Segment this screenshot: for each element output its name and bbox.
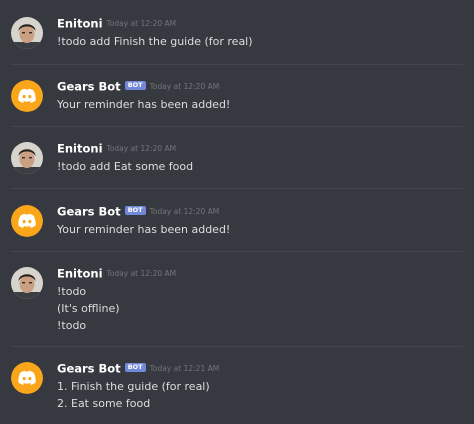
message-divider: [11, 251, 463, 252]
message-header: Gears Bot BOT Today at 12:20 AM: [57, 203, 219, 219]
message-line: 1. Finish the guide (for real): [57, 380, 210, 393]
timestamp: Today at 12:20 AM: [106, 268, 177, 278]
message-content: Your reminder has been added!: [57, 221, 230, 238]
message-line: !todo: [57, 285, 87, 298]
message-header: Enitoni Today at 12:20 AM: [57, 265, 176, 281]
discord-logo-avatar[interactable]: [11, 205, 43, 237]
username[interactable]: Enitoni: [57, 267, 103, 281]
timestamp: Today at 12:20 AM: [106, 143, 177, 153]
message-line: Your reminder has been added!: [57, 223, 231, 236]
message-content: !todo add Finish the guide (for real): [57, 33, 253, 50]
discord-logo-avatar[interactable]: [11, 80, 43, 112]
message-content: 1. Finish the guide (for real) 2. Eat so…: [57, 378, 210, 412]
timestamp: Today at 12:20 AM: [106, 18, 177, 28]
username[interactable]: Gears Bot: [57, 80, 121, 94]
message-content: !todo add Eat some food: [57, 158, 193, 175]
message-line: !todo: [57, 319, 87, 332]
message-line: !todo add Finish the guide (for real): [57, 35, 253, 48]
message-divider: [11, 188, 463, 189]
message-content: Your reminder has been added!: [57, 96, 230, 113]
user-avatar[interactable]: [11, 267, 43, 299]
message-divider: [11, 64, 463, 65]
message-header: Gears Bot BOT Today at 12:20 AM: [57, 78, 219, 94]
chat-message-list: Enitoni Today at 12:20 AM !todo add Finis…: [0, 0, 474, 424]
message-header: Gears Bot BOT Today at 12:21 AM: [57, 360, 219, 376]
user-avatar[interactable]: [11, 142, 43, 174]
username[interactable]: Enitoni: [57, 142, 103, 156]
bot-tag: BOT: [124, 363, 146, 372]
username[interactable]: Gears Bot: [57, 362, 121, 376]
username[interactable]: Gears Bot: [57, 205, 121, 219]
discord-logo-avatar[interactable]: [11, 362, 43, 394]
message-divider: [11, 346, 463, 347]
message-line: (It's offline): [57, 302, 120, 315]
timestamp: Today at 12:20 AM: [149, 81, 220, 91]
username[interactable]: Enitoni: [57, 17, 103, 31]
bot-tag: BOT: [124, 206, 146, 215]
message-line: Your reminder has been added!: [57, 98, 231, 111]
message-divider: [11, 126, 463, 127]
bot-tag: BOT: [124, 81, 146, 90]
message-header: Enitoni Today at 12:20 AM: [57, 15, 176, 31]
timestamp: Today at 12:21 AM: [149, 363, 220, 373]
timestamp: Today at 12:20 AM: [149, 206, 220, 216]
message-line: 2. Eat some food: [57, 397, 151, 410]
message-content: !todo (It's offline) !todo: [57, 283, 120, 334]
user-avatar[interactable]: [11, 17, 43, 49]
message-header: Enitoni Today at 12:20 AM: [57, 140, 176, 156]
message-line: !todo add Eat some food: [57, 160, 194, 173]
